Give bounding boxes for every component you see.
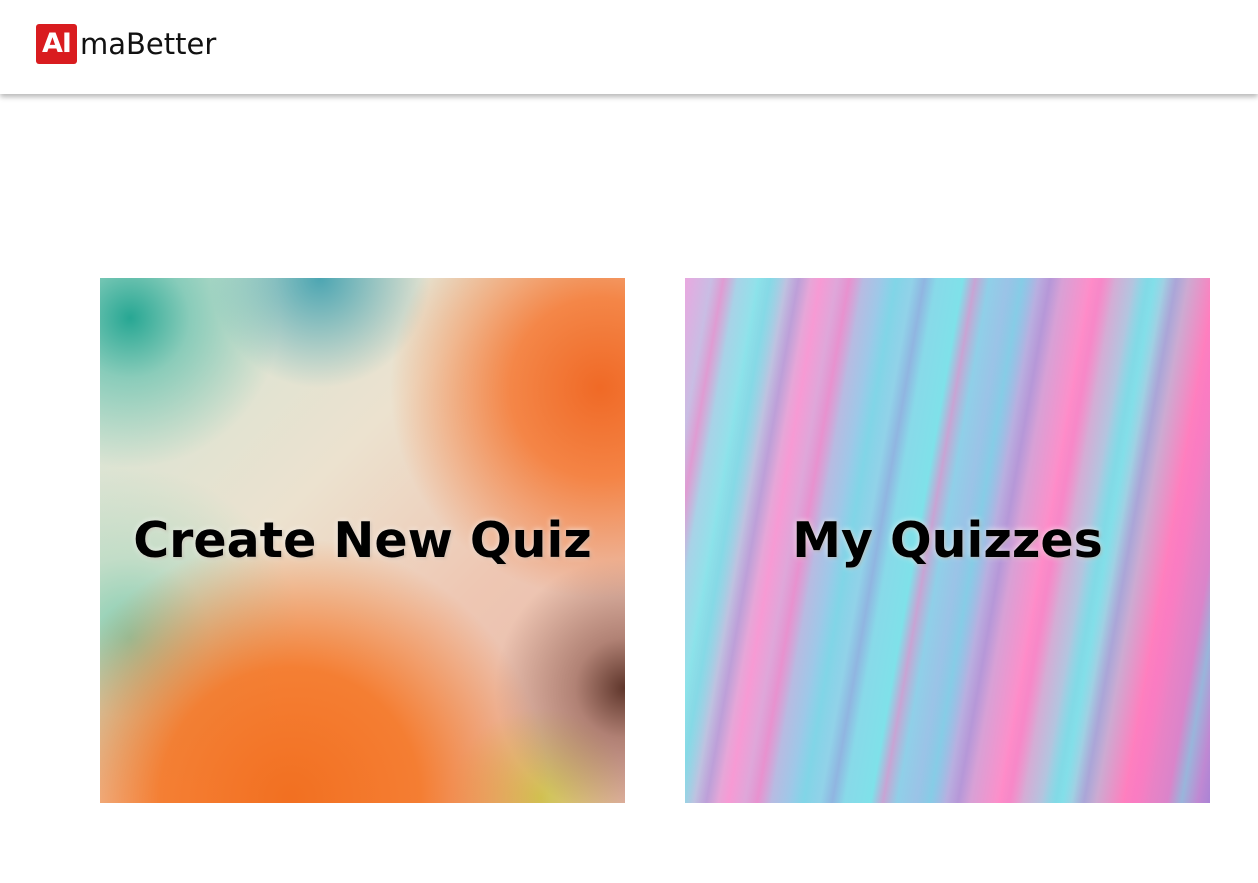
logo-text: maBetter <box>80 27 217 61</box>
almabetter-logo[interactable]: AI maBetter <box>36 24 216 64</box>
top-navbar: AI maBetter <box>0 0 1258 94</box>
create-new-quiz-title: Create New Quiz <box>133 512 592 569</box>
my-quizzes-card[interactable]: My Quizzes <box>685 278 1210 803</box>
create-new-quiz-card[interactable]: Create New Quiz <box>100 278 625 803</box>
logo-mark: AI <box>36 24 77 64</box>
my-quizzes-title: My Quizzes <box>792 512 1103 569</box>
